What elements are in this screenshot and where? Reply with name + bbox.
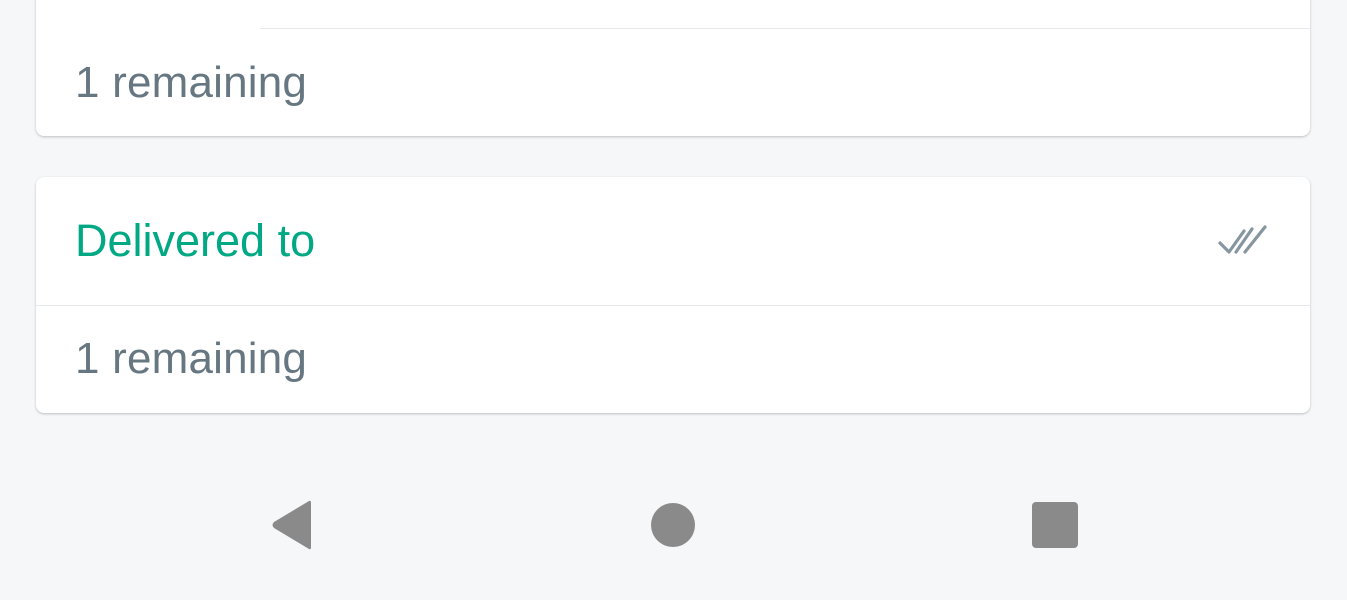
double-check-icon [1216,221,1270,261]
read-by-list-area [36,0,1310,29]
delivered-to-header: Delivered to [36,177,1310,306]
home-circle-icon [651,503,695,547]
read-remaining-row: 1 remaining [36,29,1310,136]
read-by-card: 1 remaining [36,0,1310,136]
back-button[interactable] [255,490,325,560]
recents-button[interactable] [1020,490,1090,560]
recents-square-icon [1032,502,1078,548]
system-navigation-bar [0,470,1347,580]
divider [260,28,1310,29]
remaining-count: 1 remaining [75,57,308,107]
back-triangle-icon [272,500,311,550]
remaining-count: 1 remaining [75,334,308,383]
delivered-remaining-row: 1 remaining [36,306,1310,412]
delivered-to-title: Delivered to [75,215,316,266]
delivered-to-card: Delivered to 1 remaining [36,177,1310,413]
home-button[interactable] [638,490,708,560]
